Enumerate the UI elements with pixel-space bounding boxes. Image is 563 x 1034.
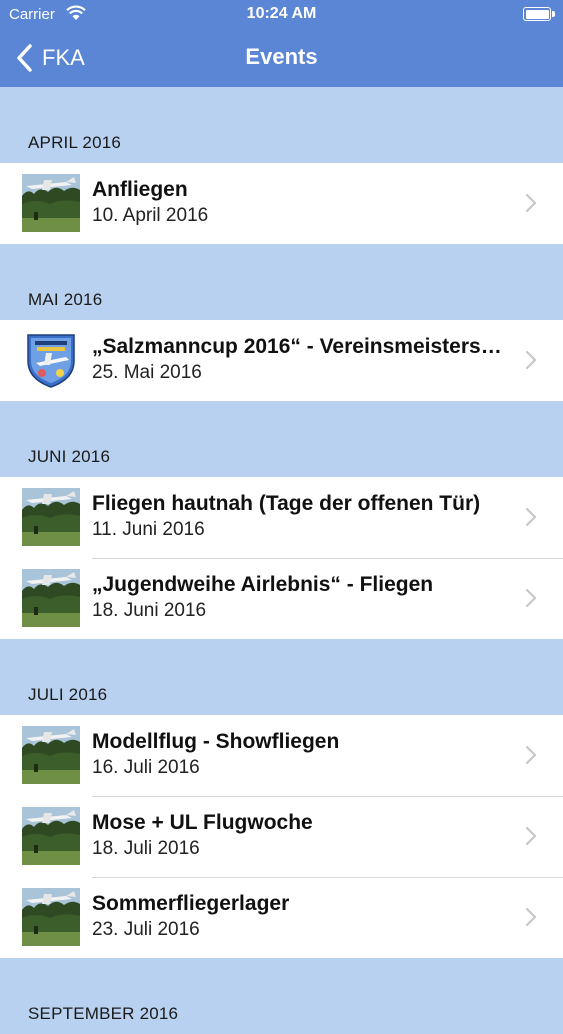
section-label: APRIL 2016: [28, 133, 122, 152]
event-thumbnail-icon: [22, 726, 80, 784]
event-row[interactable]: „Salzmanncup 2016“ - Vereinsmeisterschaf…: [0, 320, 563, 401]
event-title: „Salzmanncup 2016“ - Vereinsmeisterschaf…: [92, 335, 508, 358]
section-label: SEPTEMBER 2016: [28, 1004, 179, 1023]
battery-icon: [523, 7, 555, 21]
section-header: JULI 2016: [0, 639, 563, 715]
event-row[interactable]: Anfliegen 10. April 2016: [0, 163, 563, 244]
event-row[interactable]: „Jugendweihe Airlebnis“ - Fliegen 18. Ju…: [0, 558, 563, 639]
event-date: 25. Mai 2016: [92, 362, 202, 383]
event-date: 23. Juli 2016: [92, 919, 200, 940]
event-title: Anfliegen: [92, 178, 188, 201]
chevron-right-icon: [525, 907, 537, 927]
event-row[interactable]: Sommerfliegerlager 23. Juli 2016: [0, 877, 563, 958]
chevron-right-icon: [525, 826, 537, 846]
section-header: SEPTEMBER 2016: [0, 958, 563, 1034]
event-date: 18. Juni 2016: [92, 600, 207, 621]
status-bar: Carrier 10:24 AM: [0, 0, 563, 30]
event-date: 11. Juni 2016: [92, 519, 205, 540]
navigation-bar: FKA Events: [0, 30, 563, 87]
event-badge-icon: [22, 331, 80, 389]
chevron-right-icon: [525, 507, 537, 527]
top-bar: Carrier 10:24 AM FKA Events: [0, 0, 563, 87]
event-date: 18. Juli 2016: [92, 838, 200, 859]
chevron-right-icon: [525, 745, 537, 765]
section-header: JUNI 2016: [0, 401, 563, 477]
chevron-right-icon: [525, 350, 537, 370]
event-row[interactable]: Modellflug - Showfliegen 16. Juli 2016: [0, 715, 563, 796]
section-label: JULI 2016: [28, 685, 108, 704]
event-title: Fliegen hautnah (Tage der offenen Tür): [92, 492, 481, 515]
event-row[interactable]: Fliegen hautnah (Tage der offenen Tür) 1…: [0, 477, 563, 558]
section-label: JUNI 2016: [28, 447, 111, 466]
event-thumbnail-icon: [22, 488, 80, 546]
section-label: MAI 2016: [28, 290, 103, 309]
chevron-right-icon: [525, 193, 537, 213]
clock: 10:24 AM: [246, 5, 317, 22]
event-list: APRIL 2016 Anfliegen 10. April 2016 MAI …: [0, 87, 563, 1034]
event-thumbnail-icon: [22, 174, 80, 232]
section-header: APRIL 2016: [0, 87, 563, 163]
event-title: „Jugendweihe Airlebnis“ - Fliegen: [92, 573, 434, 596]
event-date: 16. Juli 2016: [92, 757, 200, 778]
section-header: MAI 2016: [0, 244, 563, 320]
event-date: 10. April 2016: [92, 205, 209, 226]
event-thumbnail-icon: [22, 807, 80, 865]
event-title: Sommerfliegerlager: [92, 892, 290, 915]
event-title: Modellflug - Showfliegen: [92, 730, 340, 753]
event-title: Mose + UL Flugwoche: [92, 811, 313, 834]
event-thumbnail-icon: [22, 888, 80, 946]
chevron-right-icon: [525, 588, 537, 608]
event-row[interactable]: Mose + UL Flugwoche 18. Juli 2016: [0, 796, 563, 877]
event-thumbnail-icon: [22, 569, 80, 627]
page-title: Events: [245, 44, 318, 69]
